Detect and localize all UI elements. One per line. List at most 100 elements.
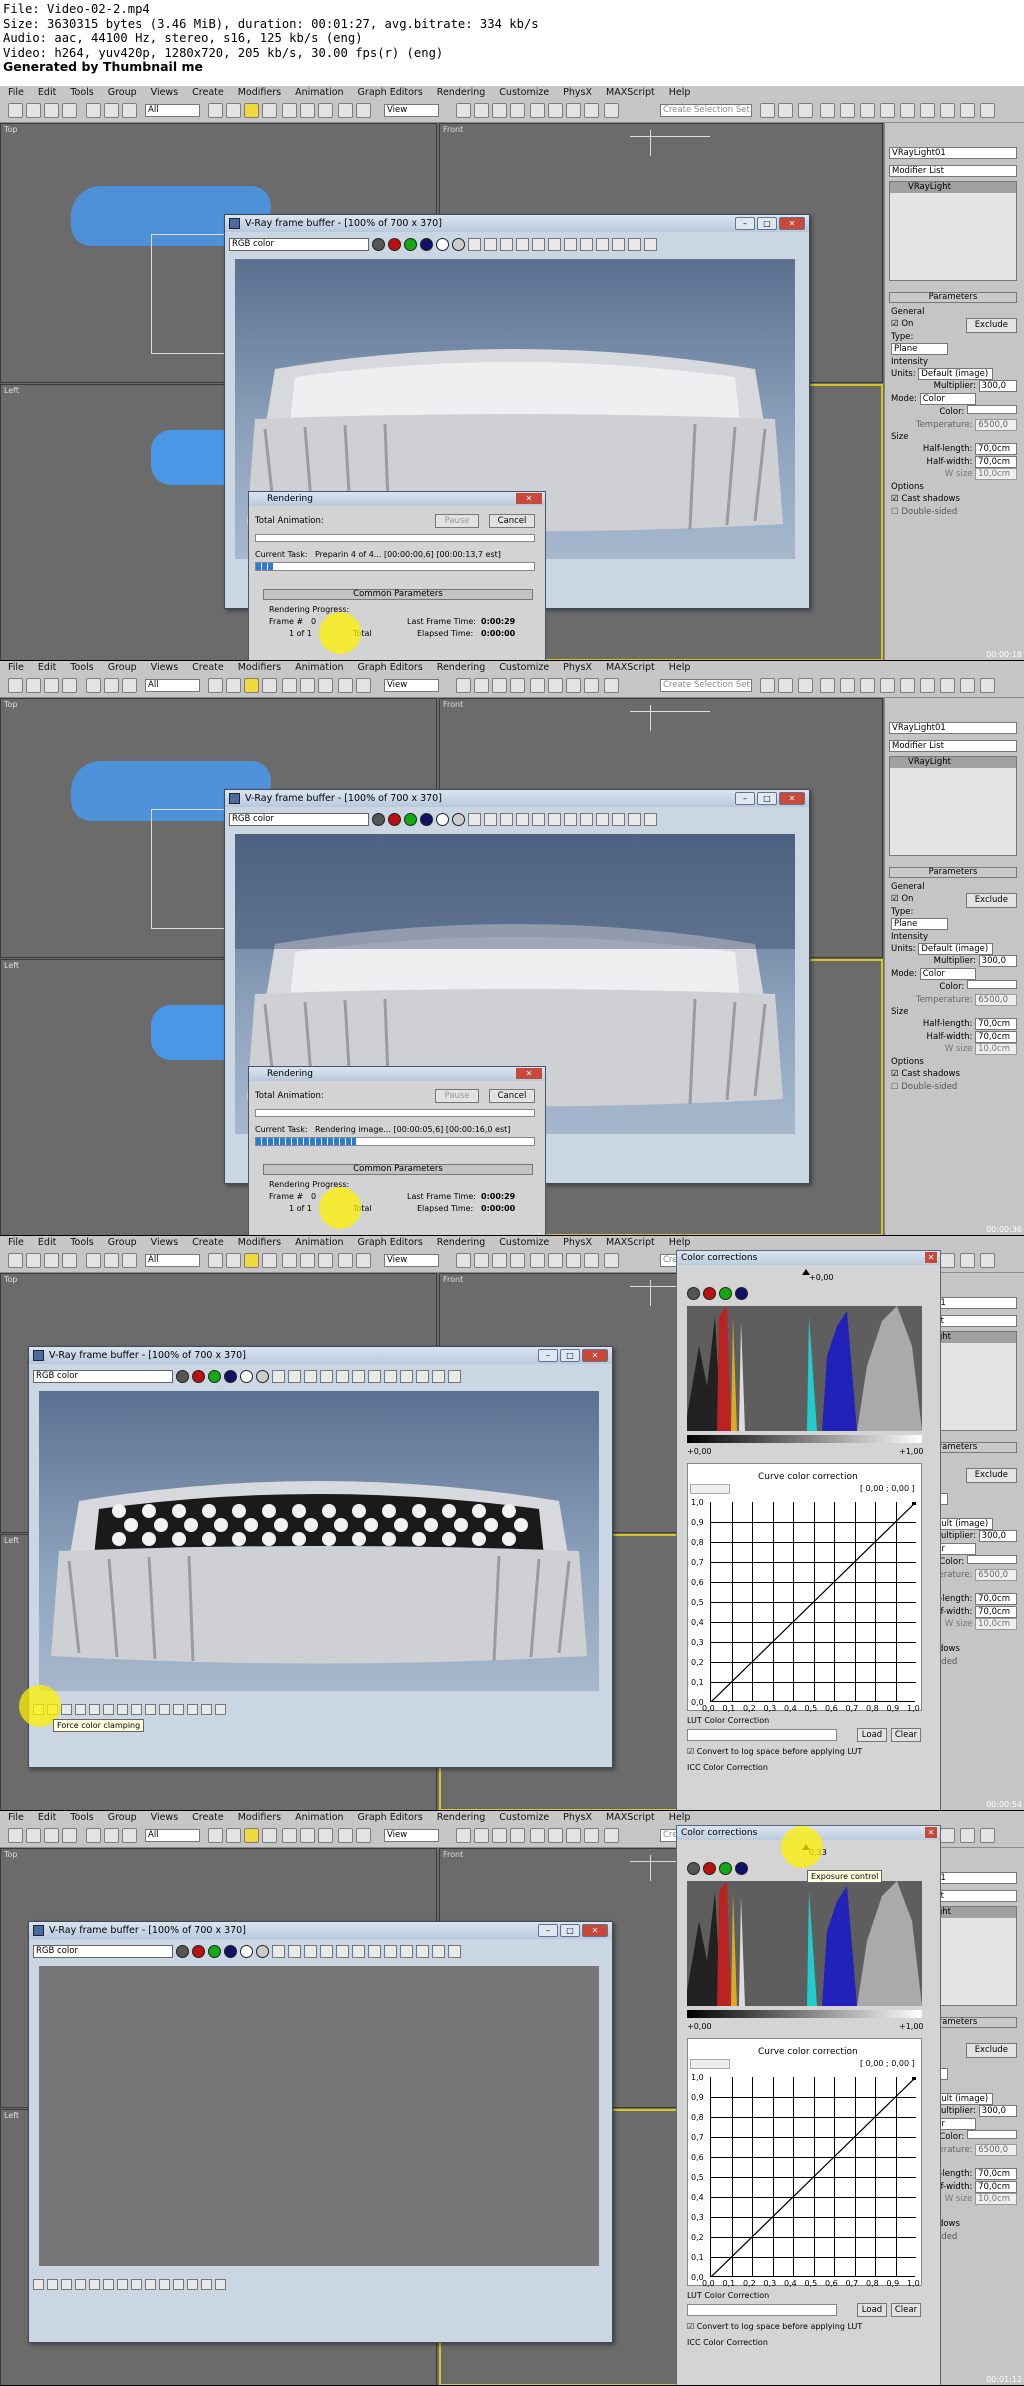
vfb-tool-icon[interactable]: [628, 812, 641, 826]
vfb-bottom-icon[interactable]: [187, 1704, 198, 1715]
toolbar-button-icon[interactable]: [960, 1253, 975, 1268]
vfb-tool-icon[interactable]: [644, 237, 657, 251]
toolbar-button-icon[interactable]: [62, 1253, 77, 1268]
channel-toggle-icon[interactable]: [436, 812, 449, 826]
menu-animation[interactable]: Animation: [295, 1237, 343, 1248]
toolbar-button-icon[interactable]: [548, 678, 563, 693]
menu-create[interactable]: Create: [192, 662, 224, 673]
toolbar-button-icon[interactable]: [8, 678, 23, 693]
vfb-tool-icon[interactable]: [596, 812, 609, 826]
on-checkbox[interactable]: On: [901, 319, 913, 329]
selection-filter[interactable]: All: [145, 679, 200, 692]
menu-create[interactable]: Create: [192, 1237, 224, 1248]
cast-shadows-checkbox[interactable]: Cast shadows: [901, 494, 960, 504]
channel-toggle-icon[interactable]: [208, 1369, 221, 1383]
convert-log-checkbox[interactable]: ☑ Convert to log space before applying L…: [687, 2322, 862, 2331]
toolbar-button-icon[interactable]: [860, 678, 875, 693]
channel-toggle-icon[interactable]: [687, 1287, 700, 1300]
color-swatch[interactable]: [967, 1555, 1017, 1565]
multiplier-spinner[interactable]: 300,0: [978, 380, 1017, 393]
toolbar-button-icon[interactable]: [44, 1828, 59, 1843]
toolbar-button-icon[interactable]: [104, 1253, 119, 1268]
toolbar-button-icon[interactable]: [530, 1253, 545, 1268]
toolbar-button-icon[interactable]: [880, 678, 895, 693]
vfb-tool-icon[interactable]: [432, 1944, 445, 1958]
curve-line[interactable]: [711, 1502, 916, 1702]
toolbar-button-icon[interactable]: [262, 1253, 277, 1268]
vfb-tool-icon[interactable]: [416, 1944, 429, 1958]
toolbar-button-icon[interactable]: [456, 678, 471, 693]
menu-views[interactable]: Views: [151, 1237, 179, 1248]
convert-log-checkbox[interactable]: ☑ Convert to log space before applying L…: [687, 1747, 862, 1756]
channel-toggle-icon[interactable]: [240, 1944, 253, 1958]
toolbar-button-icon[interactable]: [474, 1253, 489, 1268]
menu-physx[interactable]: PhysX: [563, 662, 592, 673]
vfb-tool-icon[interactable]: [336, 1369, 349, 1383]
curve-tool-button[interactable]: [690, 2059, 730, 2069]
toolbar-button-icon[interactable]: [86, 1828, 101, 1843]
toolbar-button-icon[interactable]: [492, 103, 507, 118]
close-button[interactable]: ✕: [779, 217, 805, 230]
curve-grid[interactable]: [710, 2077, 916, 2277]
menu-modifiers[interactable]: Modifiers: [238, 1812, 281, 1823]
toolbar-button-icon[interactable]: [492, 678, 507, 693]
toolbar-button-icon[interactable]: [548, 1828, 563, 1843]
channel-select[interactable]: RGB color: [33, 1369, 173, 1383]
stack-item-vraylight[interactable]: VRayLight: [890, 182, 1016, 193]
minimize-button[interactable]: –: [735, 217, 755, 230]
toolbar-button-icon[interactable]: [44, 103, 59, 118]
toolbar-button-icon[interactable]: [604, 1253, 619, 1268]
toolbar-button-icon[interactable]: [244, 678, 259, 693]
pause-button[interactable]: Pause: [435, 514, 479, 528]
minimize-button[interactable]: –: [735, 792, 755, 805]
close-button[interactable]: ✕: [779, 792, 805, 805]
toolbar-button-icon[interactable]: [880, 103, 895, 118]
vfb-tool-icon[interactable]: [304, 1944, 317, 1958]
vfb-bottom-icon[interactable]: [173, 1704, 184, 1715]
parameters-rollout[interactable]: Parameters: [889, 292, 1017, 303]
reference-coord-select[interactable]: View: [384, 1829, 439, 1842]
toolbar-button-icon[interactable]: [356, 103, 371, 118]
vfb-tool-icon[interactable]: [384, 1944, 397, 1958]
toolbar-button-icon[interactable]: [940, 1253, 955, 1268]
vfb-bottom-icon[interactable]: [145, 2279, 156, 2290]
vfb-tool-icon[interactable]: [416, 1369, 429, 1383]
curve-grid[interactable]: [710, 1502, 916, 1702]
toolbar-button-icon[interactable]: [300, 1253, 315, 1268]
toolbar-button-icon[interactable]: [920, 678, 935, 693]
channel-toggle-icon[interactable]: [404, 812, 417, 826]
vfb-tool-icon[interactable]: [400, 1944, 413, 1958]
menu-tools[interactable]: Tools: [70, 1237, 93, 1248]
vfb-bottom-icon[interactable]: [117, 1704, 128, 1715]
half-length-spinner[interactable]: 70,0cm: [975, 1018, 1017, 1031]
minimize-button[interactable]: –: [538, 1349, 558, 1362]
color-swatch[interactable]: [967, 405, 1017, 415]
toolbar-button-icon[interactable]: [840, 678, 855, 693]
toolbar-button-icon[interactable]: [318, 103, 333, 118]
toolbar-button-icon[interactable]: [920, 103, 935, 118]
menu-edit[interactable]: Edit: [38, 1237, 56, 1248]
toolbar-button-icon[interactable]: [980, 678, 995, 693]
menu-help[interactable]: Help: [669, 1237, 691, 1248]
double-sided-checkbox[interactable]: Double-sided: [901, 507, 957, 517]
vfb-tool-icon[interactable]: [612, 237, 625, 251]
toolbar-button-icon[interactable]: [584, 678, 599, 693]
cast-shadows-checkbox[interactable]: Cast shadows: [901, 1069, 960, 1079]
toolbar-button-icon[interactable]: [356, 678, 371, 693]
exclude-button[interactable]: Exclude: [965, 893, 1017, 908]
menu-customize[interactable]: Customize: [499, 1812, 549, 1823]
toolbar-button-icon[interactable]: [244, 103, 259, 118]
channel-toggle-icon[interactable]: [452, 812, 465, 826]
channel-toggle-icon[interactable]: [735, 1287, 748, 1300]
vfb-bottom-icon[interactable]: [103, 1704, 114, 1715]
toolbar-button-icon[interactable]: [510, 103, 525, 118]
menu-rendering[interactable]: Rendering: [437, 1237, 486, 1248]
toolbar-button-icon[interactable]: [226, 678, 241, 693]
menu-file[interactable]: File: [8, 1812, 24, 1823]
toolbar-button-icon[interactable]: [104, 1828, 119, 1843]
curve-line[interactable]: [711, 2077, 916, 2277]
vfb-bottom-icon[interactable]: [89, 2279, 100, 2290]
maximize-button[interactable]: □: [560, 1349, 580, 1362]
channel-toggle-icon[interactable]: [420, 812, 433, 826]
vfb-tool-icon[interactable]: [484, 812, 497, 826]
